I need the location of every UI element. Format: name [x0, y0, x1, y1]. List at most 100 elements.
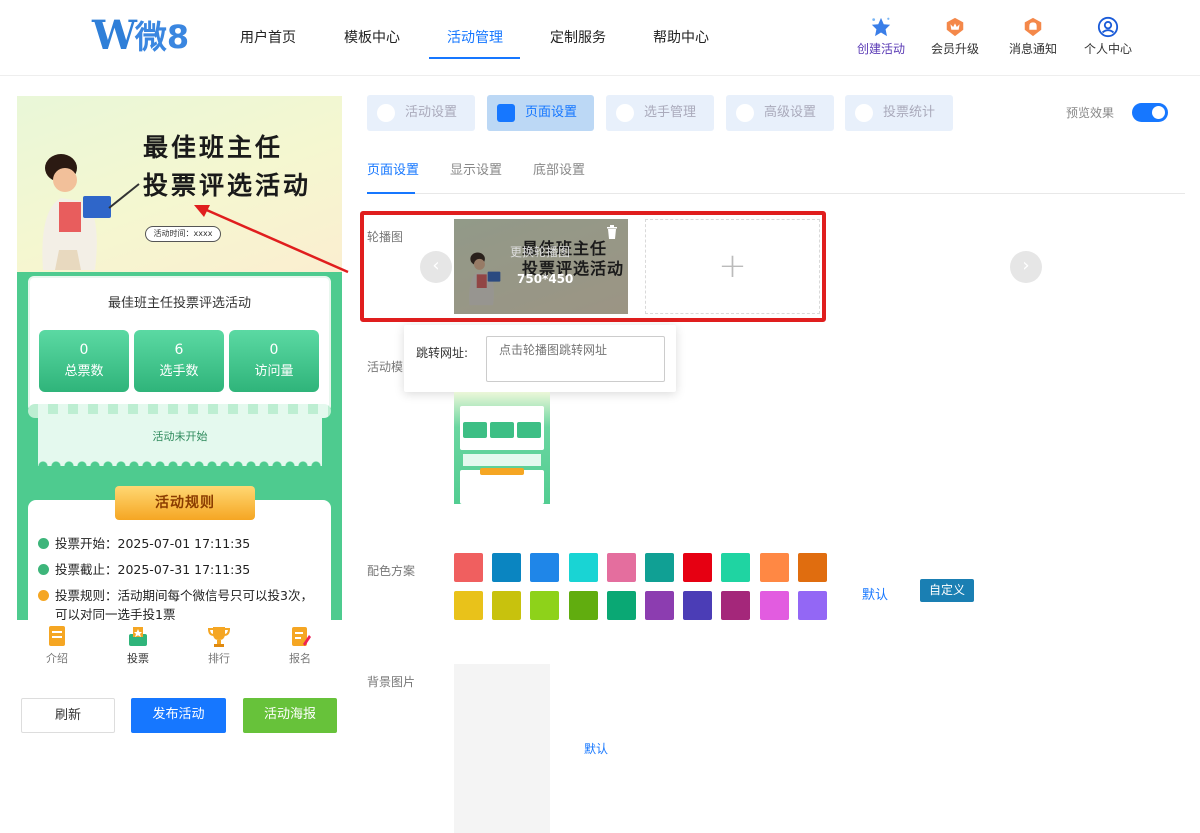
preview-toggle-label: 预览效果 — [1066, 106, 1115, 120]
stat-value: 0 — [269, 342, 279, 358]
logo[interactable]: W 微8 — [92, 12, 190, 59]
color-swatch[interactable] — [721, 553, 751, 582]
banner-title-line2: 投票评选活动 — [143, 171, 312, 200]
thumb-ribbon — [480, 468, 524, 475]
color-swatch[interactable] — [454, 591, 483, 620]
annotation-arrow — [194, 205, 349, 274]
color-swatch[interactable] — [645, 591, 674, 620]
mobile-preview: 最佳班主任 投票评选活动 活动时间：xxxx 最佳班主任投票评选活动 0 总票数… — [17, 96, 342, 620]
ballot-box-icon — [129, 627, 147, 646]
color-custom-button[interactable]: 自定义 — [920, 579, 974, 602]
ticket-scallop — [38, 456, 322, 466]
color-swatch[interactable] — [454, 553, 483, 582]
tab-rank[interactable]: 排行 — [189, 624, 249, 666]
create-activity-label: 创建活动 — [856, 42, 905, 56]
edit-form-icon — [292, 627, 311, 646]
rule-text: 投票截止：2025-07-31 17:11:35 — [55, 562, 251, 577]
activity-status: 活动未开始 — [38, 414, 322, 462]
stat-label: 总票数 — [64, 364, 104, 379]
jump-url-popover: 跳转网址: — [404, 325, 676, 392]
color-swatch[interactable] — [759, 553, 789, 582]
color-swatch[interactable] — [683, 591, 713, 620]
jump-url-input[interactable] — [486, 336, 665, 382]
nav-active-underline — [429, 57, 520, 59]
subtab-active-underline — [367, 192, 415, 194]
color-swatch[interactable] — [492, 591, 522, 620]
trophy-icon — [208, 627, 230, 647]
color-swatch[interactable] — [721, 591, 751, 620]
color-swatch[interactable] — [568, 553, 598, 582]
document-icon — [49, 626, 65, 646]
color-swatch[interactable] — [530, 591, 560, 620]
tab-vote-stats[interactable]: 投票统计 — [845, 95, 953, 131]
color-swatch[interactable] — [797, 553, 827, 582]
color-default-button[interactable]: 默认 — [862, 584, 888, 603]
rule-text: 投票规则：活动期间每个微信号只可以投3次，可以对同一选手投1票 — [55, 588, 313, 620]
poster-button[interactable]: 活动海报 — [243, 698, 337, 733]
tab-activity-settings[interactable]: 活动设置 — [367, 95, 475, 131]
create-activity-button[interactable]: 创建活动 — [846, 16, 916, 57]
info-icon — [38, 590, 49, 601]
jump-url-label: 跳转网址: — [416, 346, 469, 360]
tab-page-settings[interactable]: 页面设置 — [487, 95, 594, 131]
color-swatch[interactable] — [606, 591, 636, 620]
color-swatch[interactable] — [797, 591, 827, 620]
tab-signup[interactable]: 报名 — [270, 624, 330, 666]
stat-label: 选手数 — [159, 364, 199, 379]
template-thumbnail[interactable] — [454, 392, 550, 518]
tab-candidate-manage[interactable]: 选手管理 — [606, 95, 714, 131]
color-swatch[interactable] — [606, 553, 636, 582]
color-swatch[interactable] — [683, 553, 713, 582]
nav-home[interactable]: 用户首页 — [240, 27, 296, 47]
tab-label: 报名 — [289, 652, 311, 665]
user-icon — [1097, 16, 1119, 38]
notifications-button[interactable]: 消息通知 — [998, 16, 1068, 57]
star-icon — [871, 17, 891, 37]
profile-button[interactable]: 个人中心 — [1073, 16, 1143, 57]
logo-mark: W — [92, 12, 137, 59]
grid-icon — [497, 104, 515, 122]
color-swatch[interactable] — [492, 553, 522, 582]
advanced-icon — [736, 104, 754, 122]
activity-title: 最佳班主任投票评选活动 — [107, 296, 251, 311]
background-default-button[interactable]: 默认 — [584, 740, 608, 757]
nav-help[interactable]: 帮助中心 — [653, 27, 709, 47]
subtab-display-settings[interactable]: 显示设置 — [450, 159, 502, 178]
nav-templates[interactable]: 模板中心 — [344, 27, 400, 47]
color-swatch[interactable] — [568, 591, 598, 620]
tab-advanced-settings[interactable]: 高级设置 — [726, 95, 834, 131]
preview-tabbar: 介绍 投票 排行 报名 — [17, 620, 342, 670]
highlight-box — [360, 211, 826, 322]
clock-icon — [38, 564, 49, 575]
carousel-next-button[interactable]: › — [1010, 251, 1042, 283]
notifications-label: 消息通知 — [1008, 42, 1057, 56]
color-swatch[interactable] — [759, 591, 789, 620]
logo-text: 微8 — [134, 18, 190, 56]
subtab-divider — [367, 193, 1185, 194]
preview-toggle[interactable] — [1132, 103, 1168, 122]
tab-label: 介绍 — [46, 652, 68, 665]
nav-activity-manage[interactable]: 活动管理 — [447, 27, 503, 47]
activity-card: 最佳班主任投票评选活动 0 总票数 6 选手数 0 访问量 — [28, 276, 331, 412]
rules-title: 活动规则 — [115, 486, 255, 520]
color-swatch[interactable] — [645, 553, 674, 582]
tab-intro[interactable]: 介绍 — [27, 624, 87, 666]
nav-custom-service[interactable]: 定制服务 — [550, 27, 606, 47]
thumb-stat — [463, 422, 487, 438]
refresh-button[interactable]: 刷新 — [21, 698, 115, 733]
stat-value: 0 — [79, 342, 89, 358]
crown-badge-icon — [946, 17, 964, 37]
publish-button[interactable]: 发布活动 — [131, 698, 226, 733]
member-upgrade-button[interactable]: 会员升级 — [920, 16, 990, 57]
subtab-page-settings[interactable]: 页面设置 — [367, 159, 419, 178]
tab-label: 排行 — [208, 652, 230, 665]
thumb-status — [463, 454, 541, 466]
tab-label: 投票 — [127, 652, 149, 665]
tab-label: 页面设置 — [525, 105, 578, 120]
background-image-slot[interactable] — [454, 664, 550, 833]
clock-icon — [38, 538, 49, 549]
tab-vote[interactable]: 投票 — [108, 624, 168, 666]
subtab-footer-settings[interactable]: 底部设置 — [533, 159, 585, 178]
color-swatch[interactable] — [530, 553, 560, 582]
rule-end: 投票截止：2025-07-31 17:11:35 — [38, 560, 250, 579]
